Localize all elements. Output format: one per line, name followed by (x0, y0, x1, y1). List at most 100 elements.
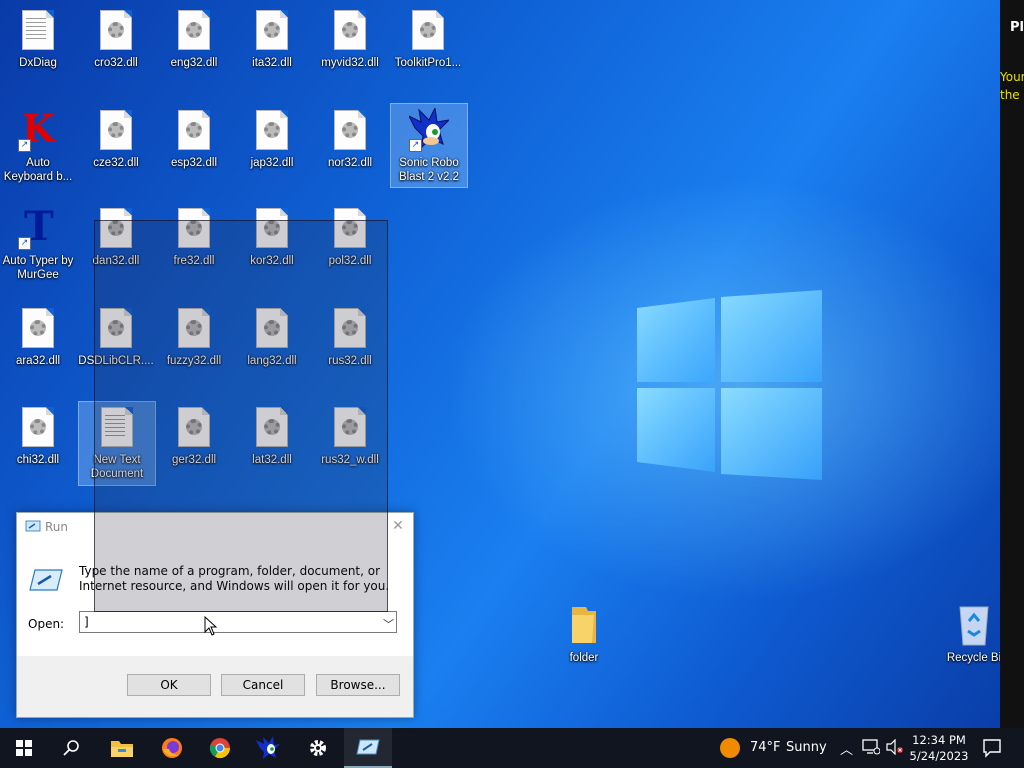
side-panel: Pl Your the (1000, 0, 1024, 728)
desktop-icon-dan32[interactable]: dan32.dll (78, 206, 154, 268)
dll-file-icon (330, 206, 370, 250)
dll-file-icon (330, 8, 370, 52)
auto-keyboard-app-icon: K ↗ (18, 108, 58, 152)
network-icon[interactable] (862, 739, 881, 759)
desktop-icon-cze32[interactable]: cze32.dll (78, 108, 154, 170)
dll-file-icon (174, 206, 214, 250)
desktop-icon-ger32[interactable]: ger32.dll (156, 405, 232, 467)
desktop-icon-auto-typer[interactable]: T ↗ Auto Typer by MurGee (0, 206, 76, 282)
desktop-icon-ita32[interactable]: ita32.dll (234, 8, 310, 70)
desktop-icon-fuzzy32[interactable]: fuzzy32.dll (156, 306, 232, 368)
firefox-icon[interactable] (148, 728, 196, 768)
desktop-icon-rus32[interactable]: rus32.dll (312, 306, 388, 368)
run-dialog-title: Run (45, 520, 69, 534)
dll-file-icon (174, 8, 214, 52)
dll-file-icon (330, 405, 370, 449)
windows-logo-wallpaper (637, 290, 822, 480)
text-document-icon (18, 8, 58, 52)
weather-temperature[interactable]: 74°F (750, 740, 781, 755)
dll-file-icon (96, 306, 136, 350)
desktop-icon-pol32[interactable]: pol32.dll (312, 206, 388, 268)
open-input[interactable] (79, 611, 397, 633)
volume-muted-icon[interactable] (886, 738, 904, 759)
dll-file-icon (18, 306, 58, 350)
dll-file-icon (408, 8, 448, 52)
search-icon[interactable] (48, 728, 96, 768)
chevron-up-icon[interactable]: ︿ (840, 739, 853, 758)
shortcut-arrow-icon: ↗ (18, 139, 31, 152)
clock-time: 12:34 PM (912, 733, 966, 747)
dll-file-icon (96, 206, 136, 250)
notification-icon[interactable] (982, 738, 1002, 761)
browse-button[interactable]: Browse... (316, 674, 400, 696)
dll-file-icon (252, 306, 292, 350)
open-label: Open: (28, 617, 65, 631)
sonic-app-icon: ↗ (407, 106, 451, 152)
recycle-bin-icon (954, 603, 994, 647)
run-dialog-footer: OK Cancel Browse... (17, 656, 413, 717)
weather-description[interactable]: Sunny (786, 740, 827, 755)
desktop-icon-rus32-w[interactable]: rus32_w.dll (312, 405, 388, 467)
desktop-icon-fre32[interactable]: fre32.dll (156, 206, 232, 268)
windows-start-icon[interactable] (0, 728, 48, 768)
desktop-icon-toolkitpro[interactable]: ToolkitPro1... (390, 8, 466, 70)
desktop-icon-chi32[interactable]: chi32.dll (0, 405, 76, 467)
dll-file-icon (252, 405, 292, 449)
desktop-icon-recycle-bin[interactable]: Recycle Bi (936, 603, 1000, 665)
desktop-icon-nor32[interactable]: nor32.dll (312, 108, 388, 170)
dll-file-icon (18, 405, 58, 449)
sonic-icon[interactable] (244, 728, 292, 768)
dll-file-icon (252, 206, 292, 250)
desktop-icon-auto-keyboard[interactable]: K ↗ Auto Keyboard b... (0, 108, 76, 184)
desktop-icon-kor32[interactable]: kor32.dll (234, 206, 310, 268)
desktop-icon-new-text-document[interactable]: New Text Document (78, 401, 156, 486)
desktop-icon-dxdiag[interactable]: DxDiag (0, 8, 76, 70)
side-panel-line-1: Your (1000, 70, 1024, 84)
dll-file-icon (330, 306, 370, 350)
close-button[interactable]: ✕ (383, 513, 413, 539)
ok-button[interactable]: OK (127, 674, 211, 696)
run-description: Type the name of a program, folder, docu… (79, 564, 390, 593)
mouse-cursor-icon (204, 616, 218, 636)
dll-file-icon (174, 108, 214, 152)
chrome-icon[interactable] (196, 728, 244, 768)
auto-typer-app-icon: T ↗ (18, 206, 58, 250)
run-dialog-titlebar[interactable]: Run ✕ (17, 513, 413, 541)
shortcut-arrow-icon: ↗ (18, 237, 31, 250)
desktop-icon-esp32[interactable]: esp32.dll (156, 108, 232, 170)
desktop-icon-lang32[interactable]: lang32.dll (234, 306, 310, 368)
desktop-icon-lat32[interactable]: lat32.dll (234, 405, 310, 467)
clock-date: 5/24/2023 (909, 749, 969, 763)
sun-weather-icon[interactable] (720, 738, 740, 758)
dll-file-icon (252, 108, 292, 152)
file-explorer-icon[interactable] (98, 728, 146, 768)
run-icon (25, 520, 41, 532)
folder-icon (564, 603, 604, 647)
desktop-icon-folder[interactable]: folder (546, 603, 622, 665)
chevron-down-icon[interactable]: ﹀ (383, 616, 394, 632)
desktop-icon-myvid32[interactable]: myvid32.dll (312, 8, 388, 70)
run-icon[interactable] (344, 728, 392, 768)
side-panel-title: Pl (1010, 20, 1024, 35)
desktop-icon-dsdlibclr[interactable]: DSDLibCLR.... (78, 306, 154, 368)
run-dialog[interactable]: Run ✕ Type the name of a program, folder… (16, 512, 414, 718)
desktop-icon-eng32[interactable]: eng32.dll (156, 8, 232, 70)
side-panel-line-2: the (1000, 88, 1020, 102)
text-document-icon (97, 405, 137, 449)
desktop-icon-cro32[interactable]: cro32.dll (78, 8, 154, 70)
system-clock[interactable]: 12:34 PM 5/24/2023 (908, 732, 970, 764)
dll-file-icon (174, 405, 214, 449)
dll-file-icon (174, 306, 214, 350)
taskbar: 74°F Sunny ︿ 12:34 PM 5/24/2023 (0, 728, 1024, 768)
dll-file-icon (252, 8, 292, 52)
desktop-icon-sonic-robo-blast[interactable]: ↗ Sonic Robo Blast 2 v2.2 (390, 103, 468, 188)
run-icon (29, 569, 63, 591)
shortcut-arrow-icon: ↗ (409, 139, 422, 152)
dll-file-icon (96, 8, 136, 52)
dll-file-icon (330, 108, 370, 152)
cancel-button[interactable]: Cancel (221, 674, 305, 696)
desktop-icon-ara32[interactable]: ara32.dll (0, 306, 76, 368)
dll-file-icon (96, 108, 136, 152)
desktop-icon-jap32[interactable]: jap32.dll (234, 108, 310, 170)
settings-icon[interactable] (294, 728, 342, 768)
